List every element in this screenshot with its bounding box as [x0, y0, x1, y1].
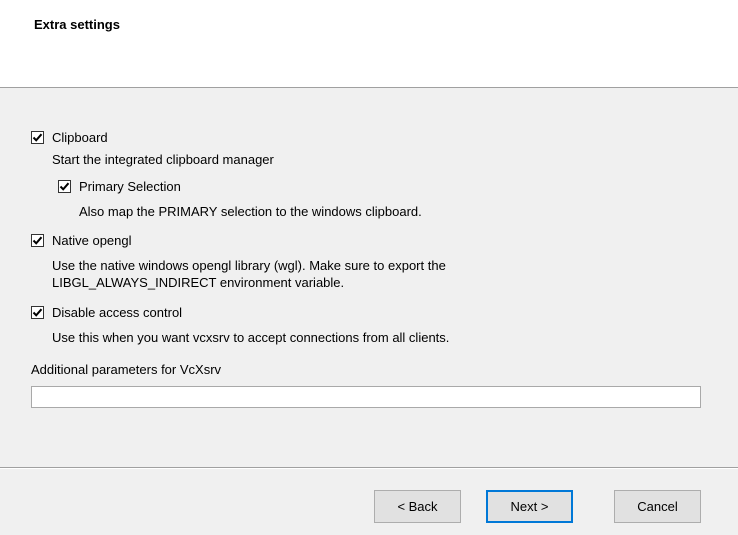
disable-access-control-check-icon[interactable]: [31, 306, 44, 319]
footer-divider: [0, 467, 738, 469]
disable-access-control-description: Use this when you want vcxsrv to accept …: [52, 330, 450, 345]
disable-access-control-label: Disable access control: [52, 305, 183, 320]
native-opengl-description-line1: Use the native windows opengl library (w…: [52, 258, 446, 273]
clipboard-description: Start the integrated clipboard manager: [52, 152, 274, 167]
clipboard-label: Clipboard: [52, 130, 108, 145]
page-title: Extra settings: [34, 17, 120, 32]
cancel-button[interactable]: Cancel: [614, 490, 701, 523]
native-opengl-checkbox[interactable]: Native opengl: [31, 233, 132, 248]
additional-parameters-input[interactable]: [31, 386, 701, 408]
primary-selection-check-icon[interactable]: [58, 180, 71, 193]
primary-selection-label: Primary Selection: [79, 179, 181, 194]
back-button[interactable]: < Back: [374, 490, 461, 523]
primary-selection-checkbox[interactable]: Primary Selection: [58, 179, 181, 194]
disable-access-control-checkbox[interactable]: Disable access control: [31, 305, 182, 320]
native-opengl-label: Native opengl: [52, 233, 132, 248]
next-button[interactable]: Next >: [486, 490, 573, 523]
clipboard-checkbox[interactable]: Clipboard: [31, 130, 108, 145]
primary-selection-description: Also map the PRIMARY selection to the wi…: [79, 204, 422, 219]
native-opengl-description-line2: LIBGL_ALWAYS_INDIRECT environment variab…: [52, 275, 345, 290]
clipboard-check-icon[interactable]: [31, 131, 44, 144]
wizard-header: Extra settings: [0, 0, 738, 88]
additional-parameters-label: Additional parameters for VcXsrv: [31, 362, 222, 377]
native-opengl-check-icon[interactable]: [31, 234, 44, 247]
